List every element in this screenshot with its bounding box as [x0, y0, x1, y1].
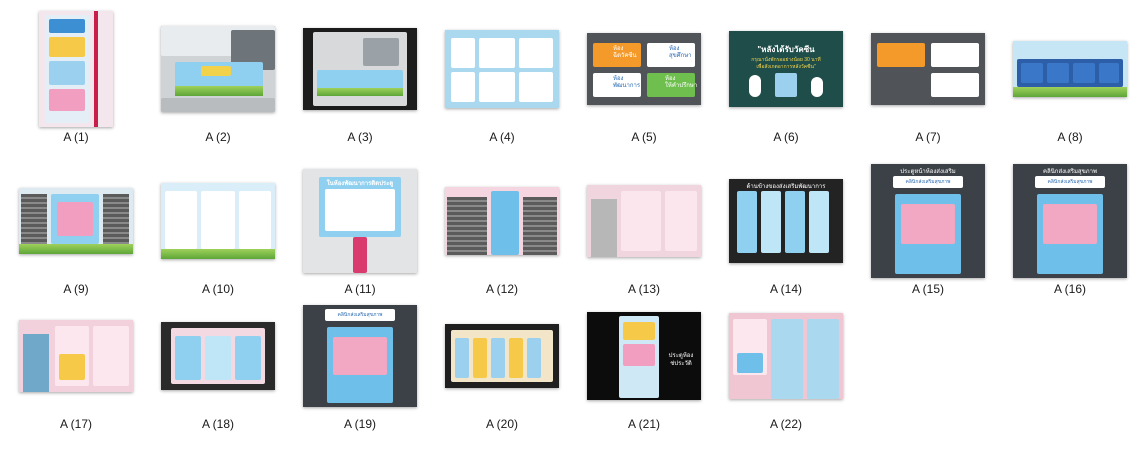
- file-name: A (18): [201, 417, 234, 431]
- thumbnail-image: [1013, 41, 1127, 97]
- thumbnail-image: [445, 30, 559, 108]
- file-item[interactable]: A (20): [432, 297, 572, 432]
- file-name: A (2): [205, 130, 231, 144]
- thumbnail-image: คลินิกส่งเสริมสุขภาพ: [303, 305, 417, 407]
- file-name: A (8): [1057, 130, 1083, 144]
- file-name: A (4): [489, 130, 515, 144]
- file-name: A (13): [627, 282, 660, 296]
- thumbnail-image: ประตูหน้าห้องส่งเสริม คลินิกส่งเสริมสุขภ…: [871, 164, 985, 278]
- thumb-label: กรุณานั่งพักรออย่างน้อย 30 นาที: [751, 57, 821, 63]
- thumb-label: พัฒนาการ: [613, 83, 641, 89]
- file-item[interactable]: A (10): [148, 162, 288, 297]
- thumbnail-image: [39, 11, 113, 127]
- thumbnail-image: [445, 324, 559, 388]
- file-item[interactable]: ในห้องพัฒนาการติดประตู A (11): [290, 162, 430, 297]
- file-name: A (19): [343, 417, 376, 431]
- file-name: A (5): [631, 130, 657, 144]
- thumbnail-image: [445, 187, 559, 255]
- thumbnail-image: [161, 183, 275, 259]
- file-item[interactable]: A (9): [6, 162, 146, 297]
- thumbnail-image: [19, 320, 133, 392]
- thumbnail-image: ด้านข้างของส่งเสริมพัฒนาการ: [729, 179, 843, 263]
- file-item[interactable]: ด้านข้างของส่งเสริมพัฒนาการ A (14): [716, 162, 856, 297]
- thumb-label: ห้อง: [669, 46, 680, 52]
- file-name: A (20): [485, 417, 518, 431]
- file-name: A (16): [1053, 282, 1086, 296]
- thumb-label: ฉีดวัคซีน: [613, 53, 637, 59]
- file-name: A (22): [769, 417, 802, 431]
- file-item[interactable]: A (3): [290, 10, 430, 145]
- thumb-label: สุขศึกษา: [669, 53, 692, 59]
- thumb-label: ห้อง: [665, 76, 676, 82]
- file-item[interactable]: ประตูหน้าห้องส่งเสริม คลินิกส่งเสริมสุขภ…: [858, 162, 998, 297]
- thumbnail-image: [303, 28, 417, 110]
- thumb-label: ห้อง: [613, 76, 624, 82]
- thumb-label: ในห้องพัฒนาการติดประตู: [326, 181, 394, 187]
- thumbnail-image: [729, 313, 843, 399]
- file-item[interactable]: A (22): [716, 297, 856, 432]
- thumb-label: คลินิกส่งเสริมสุขภาพ: [1043, 169, 1097, 175]
- file-name: A (10): [201, 282, 234, 296]
- file-name: A (7): [915, 130, 941, 144]
- thumbnail-image: [587, 185, 701, 257]
- thumbnail-image: ประตูห้อง ช่ประวัติ: [587, 312, 701, 400]
- thumbnail-image: "หลังได้รับวัคซีน กรุณานั่งพักรออย่างน้อ…: [729, 31, 843, 107]
- file-item[interactable]: "หลังได้รับวัคซีน กรุณานั่งพักรออย่างน้อ…: [716, 10, 856, 145]
- thumbnail-image: ในห้องพัฒนาการติดประตู: [303, 169, 417, 273]
- file-item[interactable]: ประตูห้อง ช่ประวัติ A (21): [574, 297, 714, 432]
- file-item[interactable]: A (18): [148, 297, 288, 432]
- thumb-label: ห้อง: [613, 46, 624, 52]
- thumb-label: คลินิกส่งเสริมสุขภาพ: [1047, 179, 1093, 185]
- thumbnail-image: ห้อง ฉีดวัคซีน ห้อง สุขศึกษา ห้อง พัฒนาก…: [587, 33, 701, 105]
- thumb-label: คลินิกส่งเสริมสุขภาพ: [905, 179, 951, 185]
- thumbnail-image: [19, 188, 133, 254]
- thumb-label: ประตูหน้าห้องส่งเสริม: [900, 169, 956, 175]
- file-item[interactable]: A (13): [574, 162, 714, 297]
- file-item[interactable]: A (1): [6, 10, 146, 145]
- thumbnail-image: [161, 26, 275, 112]
- thumb-label: ด้านข้างของส่งเสริมพัฒนาการ: [746, 184, 826, 190]
- file-item[interactable]: A (7): [858, 10, 998, 145]
- thumb-label: ประตูห้อง: [668, 353, 694, 359]
- file-item[interactable]: คลินิกส่งเสริมสุขภาพ A (19): [290, 297, 430, 432]
- file-item[interactable]: คลินิกส่งเสริมสุขภาพ คลินิกส่งเสริมสุขภา…: [1000, 162, 1140, 297]
- thumbnail-grid: A (1) A (2) A (3) A (4) ห้อง ฉีดวัคซีน ห…: [0, 0, 1141, 456]
- thumbnail-image: [161, 322, 275, 390]
- file-name: A (21): [627, 417, 660, 431]
- file-name: A (15): [911, 282, 944, 296]
- file-item[interactable]: A (8): [1000, 10, 1140, 145]
- file-item[interactable]: A (12): [432, 162, 572, 297]
- file-name: A (9): [63, 282, 89, 296]
- file-name: A (14): [769, 282, 802, 296]
- file-item[interactable]: ห้อง ฉีดวัคซีน ห้อง สุขศึกษา ห้อง พัฒนาก…: [574, 10, 714, 145]
- thumbnail-image: [871, 33, 985, 105]
- thumb-label: เพื่อสังเกตอาการหลังวัคซีน": [756, 64, 816, 70]
- file-name: A (17): [59, 417, 92, 431]
- thumbnail-image: คลินิกส่งเสริมสุขภาพ คลินิกส่งเสริมสุขภา…: [1013, 164, 1127, 278]
- file-item[interactable]: A (17): [6, 297, 146, 432]
- thumb-label: "หลังได้รับวัคซีน: [757, 45, 815, 54]
- thumb-label: ให้คำปรึกษา: [665, 83, 698, 89]
- file-name: A (12): [485, 282, 518, 296]
- file-name: A (6): [773, 130, 799, 144]
- file-name: A (1): [63, 130, 89, 144]
- file-name: A (11): [344, 282, 376, 296]
- file-item[interactable]: A (4): [432, 10, 572, 145]
- thumb-label: คลินิกส่งเสริมสุขภาพ: [337, 312, 383, 318]
- file-name: A (3): [347, 130, 373, 144]
- thumb-label: ช่ประวัติ: [670, 361, 692, 367]
- file-item[interactable]: A (2): [148, 10, 288, 145]
